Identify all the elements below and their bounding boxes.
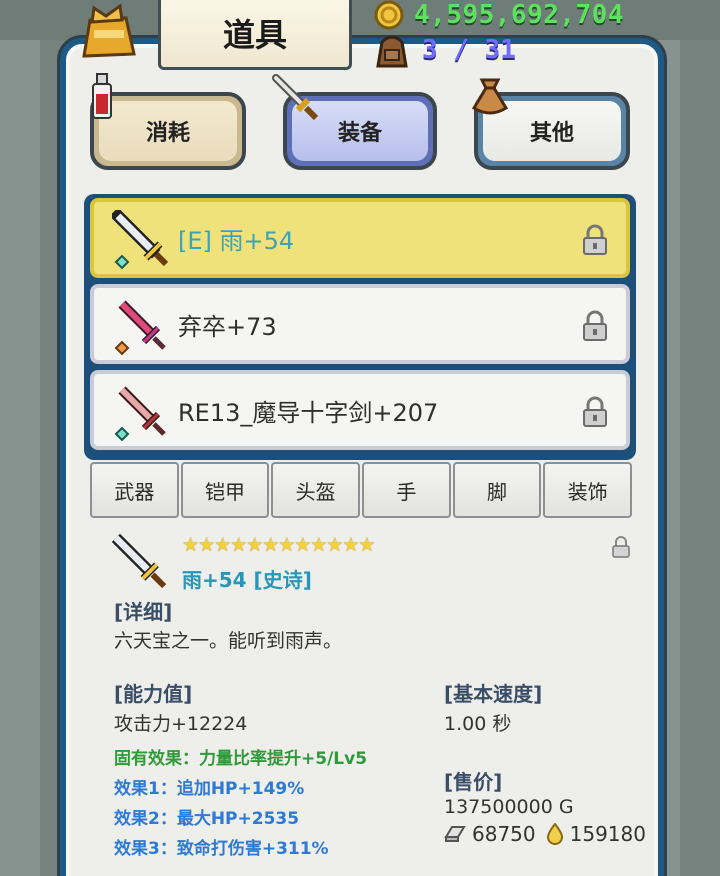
effect-2: 效果2：最大HP+2535 [114,809,300,829]
lock-icon[interactable] [580,396,610,428]
drop-icon [546,823,563,845]
bag-count: 3 / 31 [422,35,516,65]
page-title: 道具 [158,0,352,70]
silver-price: 68750 [472,822,536,846]
ability-title: [能力值] [114,682,193,706]
effect-1: 效果1：追加HP+149% [114,779,305,799]
item-row[interactable]: [E] 雨+54 [90,198,630,278]
detail-lock-icon[interactable] [611,536,631,558]
item-bag-icon [82,3,136,58]
gold-counter: 4,595,692,704 [372,0,624,30]
red-sword-icon [114,300,166,356]
detail-sword-icon [112,534,167,589]
item-name: 弃卒+73 [178,312,277,341]
silver-ingot-icon [444,826,466,842]
attack-stat: 攻击力+12224 [114,713,248,735]
fixed-effect: 固有效果：力量比率提升+5/Lv5 [114,749,368,769]
tab-weapon[interactable]: 武器 [90,462,179,518]
gold-coin-icon [374,0,404,30]
item-row[interactable]: RE13_魔导十字剑+207 [90,370,630,450]
backpack-icon [376,35,408,68]
item-name: RE13_魔导十字剑+207 [178,398,439,427]
equipment-label: 装备 [337,121,382,146]
lock-icon[interactable] [580,310,610,342]
pouch-icon [471,78,509,115]
tab-hand[interactable]: 手 [362,462,451,518]
description-title: [详细] [114,600,173,624]
price-value: 137500000 G [444,796,574,818]
bag-capacity: 3 / 31 [372,32,516,68]
tab-accessory[interactable]: 装饰 [543,462,633,518]
speed-value: 1.00 秒 [444,713,512,735]
silver-sword-icon [112,210,169,270]
speed-title: [基本速度] [444,682,543,706]
description-text: 六天宝之一。能听到雨声。 [114,630,343,652]
rarity-stars: ★★★★★★★★★★★★ [182,534,375,556]
item-list: [E] 雨+54 弃卒+73 RE13_魔导十字剑+207 [84,194,636,460]
equipment-slot-tabs: 武器 铠甲 头盔 手 脚 装饰 [90,462,633,518]
consumables-label: 消耗 [145,121,190,146]
potion-icon [92,73,112,119]
effect-3: 效果3：致命打伤害+311% [114,839,329,859]
tab-armor[interactable]: 铠甲 [180,462,270,518]
price-title: [售价] [444,770,503,794]
item-detail-name: 雨+54 [史诗] [182,568,312,592]
item-row[interactable]: 弃卒+73 [90,284,630,364]
crimson-sword-icon [114,386,166,442]
tab-foot[interactable]: 脚 [452,462,542,518]
alt-prices: 68750 159180 [444,822,646,846]
sword-icon [272,74,319,121]
drop-price: 159180 [569,822,646,846]
item-name: [E] 雨+54 [178,226,295,255]
gold-amount: 4,595,692,704 [414,0,624,30]
lock-icon[interactable] [580,224,610,256]
tab-helmet[interactable]: 头盔 [271,462,361,518]
others-label: 其他 [529,121,574,146]
